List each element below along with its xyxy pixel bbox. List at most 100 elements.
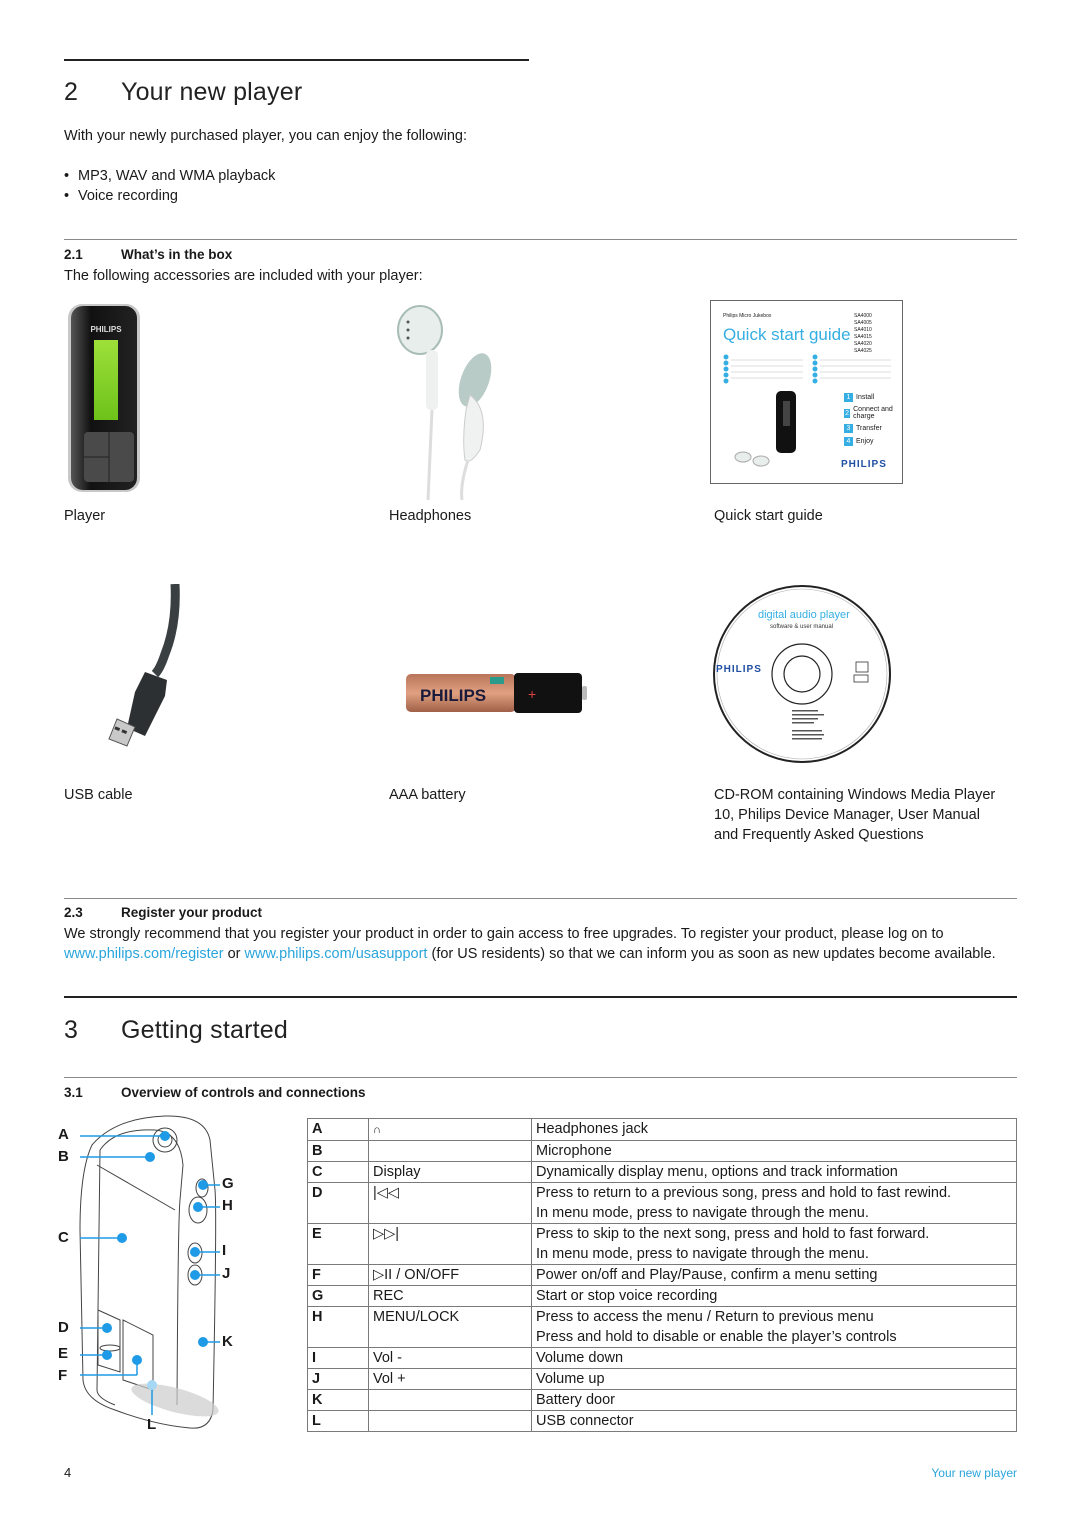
controls-diagram: A B C D E F G H I J K L xyxy=(55,1110,300,1440)
callout-dot-l xyxy=(147,1380,157,1390)
section-3-1-heading: 3.1 Overview of controls and connections xyxy=(64,1085,366,1100)
qsg-philips-logo: PHILIPS xyxy=(841,459,887,470)
step-label: Connect and charge xyxy=(853,406,893,420)
qsg-model: SA4005 xyxy=(854,320,872,326)
section-2-3-heading: 2.3 Register your product xyxy=(64,905,262,920)
section-2-1-intro: The following accessories are included w… xyxy=(64,268,423,284)
control-description: Press to skip to the next song, press an… xyxy=(531,1223,1017,1265)
item-caption-cd-rom: CD-ROM containing Windows Media Player 1… xyxy=(714,787,996,843)
section-number: 3.1 xyxy=(64,1085,83,1100)
control-description: USB connector xyxy=(531,1410,1017,1432)
section-title: What’s in the box xyxy=(121,247,233,262)
item-caption-aaa-battery: AAA battery xyxy=(389,787,466,803)
section-divider xyxy=(64,1077,1017,1078)
section-2-1-heading: 2.1 What’s in the box xyxy=(64,247,232,262)
description-line: Microphone xyxy=(536,1143,612,1159)
control-key: F xyxy=(307,1264,369,1286)
table-row: L USB connector xyxy=(307,1410,1017,1432)
control-symbol: Vol + xyxy=(368,1368,532,1390)
item-caption-player: Player xyxy=(64,508,106,524)
diagram-label-i: I xyxy=(222,1242,227,1259)
control-description: Press to access the menu / Return to pre… xyxy=(531,1306,1017,1348)
control-key: E xyxy=(307,1223,369,1265)
cd-title: digital audio player xyxy=(758,609,850,621)
qsg-player-photo xyxy=(734,391,796,467)
description-line: Press to access the menu / Return to pre… xyxy=(536,1309,874,1325)
description-line: In menu mode, press to navigate through … xyxy=(536,1205,869,1221)
chapter-number: 2 xyxy=(64,78,79,106)
control-key: I xyxy=(307,1347,369,1369)
feature-item: Voice recording xyxy=(64,186,275,206)
diagram-label-l: L xyxy=(147,1416,157,1433)
table-row: G REC Start or stop voice recording xyxy=(307,1285,1017,1307)
play-pause-icon: ▷II / ON/OFF xyxy=(373,1267,460,1283)
usasupport-link[interactable]: www.philips.com/usasupport xyxy=(245,946,428,962)
table-row: D |◁◁ Press to return to a previous song… xyxy=(307,1182,1017,1224)
control-symbol xyxy=(368,1140,532,1162)
control-key: J xyxy=(307,1368,369,1390)
table-row: B Microphone xyxy=(307,1140,1017,1162)
table-row: E ▷▷| Press to skip to the next song, pr… xyxy=(307,1223,1017,1265)
control-key: B xyxy=(307,1140,369,1162)
diagram-label-j: J xyxy=(222,1265,231,1282)
cd-rom-image: digital audio player software & user man… xyxy=(704,580,894,770)
callout-dot-f xyxy=(132,1355,142,1365)
section-divider xyxy=(64,898,1017,899)
qsg-step: 1 Install xyxy=(844,393,896,402)
step-number: 4 xyxy=(844,437,853,446)
description-line: Headphones jack xyxy=(536,1121,649,1137)
control-description: Start or stop voice recording xyxy=(531,1285,1017,1307)
table-row: J Vol + Volume up xyxy=(307,1368,1017,1390)
section-number: 2.3 xyxy=(64,905,83,920)
intro-text: With your newly purchased player, you ca… xyxy=(64,128,467,144)
callout-dot-e xyxy=(102,1350,112,1360)
step-label: Install xyxy=(856,394,875,401)
running-title: Your new player xyxy=(931,1466,1017,1480)
callout-dot-g xyxy=(198,1180,208,1190)
register-link[interactable]: www.philips.com/register xyxy=(64,946,224,962)
diagram-label-f: F xyxy=(58,1367,68,1384)
control-key: D xyxy=(307,1182,369,1224)
cd-subtitle: software & user manual xyxy=(770,624,834,630)
section-title: Overview of controls and connections xyxy=(121,1085,366,1100)
step-label: Transfer xyxy=(856,425,882,432)
table-row: F ▷II / ON/OFF Power on/off and Play/Pau… xyxy=(307,1264,1017,1286)
qsg-model: SA4015 xyxy=(854,334,872,340)
control-symbol: |◁◁ xyxy=(368,1182,532,1224)
qsg-step: 3 Transfer xyxy=(844,424,896,433)
control-description: Volume down xyxy=(531,1347,1017,1369)
page-number: 4 xyxy=(64,1465,72,1480)
control-description: Power on/off and Play/Pause, confirm a m… xyxy=(531,1264,1017,1286)
callout-dot-i xyxy=(190,1247,200,1257)
callout-dot-d xyxy=(102,1323,112,1333)
description-line: Dynamically display menu, options and tr… xyxy=(536,1164,898,1180)
description-line: In menu mode, press to navigate through … xyxy=(536,1246,869,1262)
chapter-2-heading: 2 Your new player xyxy=(64,78,302,107)
feature-list: MP3, WAV and WMA playback Voice recordin… xyxy=(64,166,275,206)
qsg-title: Quick start guide xyxy=(723,325,851,344)
player-image: PHILIPS xyxy=(64,300,144,496)
qsg-model: SA4020 xyxy=(854,341,872,347)
control-symbol: ▷▷| xyxy=(368,1223,532,1265)
control-key: H xyxy=(307,1306,369,1348)
headphones-icon: ∩ xyxy=(373,1124,381,1136)
control-symbol: Display xyxy=(368,1161,532,1183)
register-paragraph: We strongly recommend that you register … xyxy=(64,924,1017,964)
table-row: K Battery door xyxy=(307,1389,1017,1411)
description-line: Power on/off and Play/Pause, confirm a m… xyxy=(536,1267,878,1283)
step-label: Enjoy xyxy=(856,438,874,445)
control-symbol: ▷II / ON/OFF xyxy=(368,1264,532,1286)
usb-cable-image xyxy=(105,583,185,749)
control-description: Battery door xyxy=(531,1389,1017,1411)
aaa-battery-image: PHILIPS + xyxy=(404,670,589,716)
description-line: USB connector xyxy=(536,1413,634,1429)
register-text: or xyxy=(223,946,245,962)
step-number: 2 xyxy=(844,408,851,418)
item-caption-usb-cable: USB cable xyxy=(64,787,133,803)
item-caption-headphones: Headphones xyxy=(389,508,472,524)
control-description: Press to return to a previous song, pres… xyxy=(531,1182,1017,1224)
qsg-model: SA4000 xyxy=(854,313,872,319)
description-line: Press to skip to the next song, press an… xyxy=(536,1226,930,1242)
callout-dot-c xyxy=(117,1233,127,1243)
player-logo: PHILIPS xyxy=(90,325,122,334)
